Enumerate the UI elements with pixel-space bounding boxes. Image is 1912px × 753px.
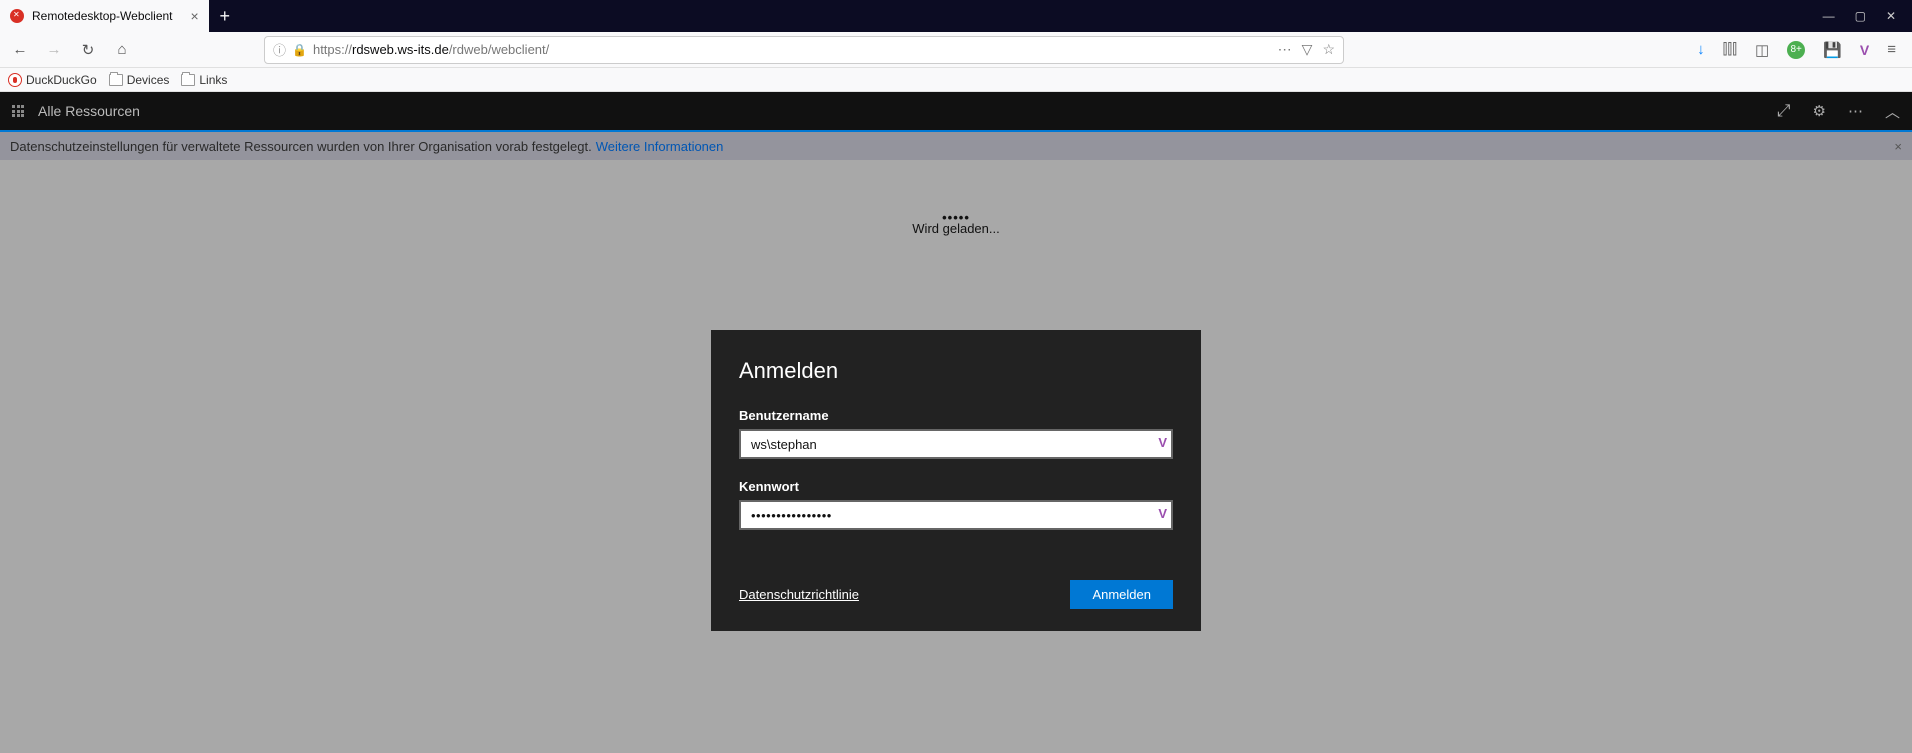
reader-icon[interactable]: ▽ xyxy=(1302,41,1313,58)
extension-badge[interactable]: 8+ xyxy=(1787,41,1805,59)
app-header: Alle Ressourcen ⚙ ⋯ ︿ xyxy=(0,92,1912,132)
login-dialog: Anmelden Benutzername V Kennwort V Daten… xyxy=(711,330,1201,631)
save-icon[interactable]: 💾 xyxy=(1823,41,1842,59)
toolbar-extensions: ↓ ⫿⫿⫿ ◫ 8+ 💾 V ≡ xyxy=(1697,41,1896,59)
banner-link[interactable]: Weitere Informationen xyxy=(596,139,724,154)
chevron-up-icon[interactable]: ︿ xyxy=(1885,101,1900,122)
maximize-icon[interactable]: ▢ xyxy=(1855,9,1866,23)
site-info-icon[interactable]: ⓘ xyxy=(273,40,286,59)
bookmark-duckduckgo[interactable]: DuckDuckGo xyxy=(8,73,97,87)
window-controls: — ▢ ✕ xyxy=(1807,9,1912,23)
password-label: Kennwort xyxy=(739,479,1173,494)
sidebar-icon[interactable]: ◫ xyxy=(1755,41,1769,59)
info-banner: Datenschutzeinstellungen für verwaltete … xyxy=(0,132,1912,160)
bookmark-links[interactable]: Links xyxy=(181,73,227,87)
tab-title: Remotedesktop-Webclient xyxy=(32,9,173,23)
page-actions-icon[interactable]: ⋯ xyxy=(1278,41,1292,58)
lock-icon[interactable]: 🔒 xyxy=(292,43,307,57)
privacy-link[interactable]: Datenschutzrichtlinie xyxy=(739,587,859,602)
banner-close-icon[interactable]: × xyxy=(1894,139,1902,154)
tab-close-icon[interactable]: × xyxy=(191,9,199,23)
folder-icon xyxy=(181,74,195,86)
v-extension-icon[interactable]: V xyxy=(1860,42,1869,58)
url-text: https://rdsweb.ws-its.de/rdweb/webclient… xyxy=(313,42,1272,57)
login-button[interactable]: Anmelden xyxy=(1070,580,1173,609)
bookmark-devices[interactable]: Devices xyxy=(109,73,170,87)
duckduckgo-icon xyxy=(8,73,22,87)
back-button[interactable]: ← xyxy=(8,38,32,62)
loading-indicator: ••••• Wird geladen... xyxy=(0,215,1912,236)
more-icon[interactable]: ⋯ xyxy=(1848,102,1863,120)
close-window-icon[interactable]: ✕ xyxy=(1886,9,1896,23)
login-title: Anmelden xyxy=(739,358,1173,384)
minimize-icon[interactable]: — xyxy=(1823,9,1835,23)
password-input[interactable] xyxy=(739,500,1173,530)
v-autofill-icon[interactable]: V xyxy=(1158,435,1167,450)
home-button[interactable]: ⌂ xyxy=(110,38,134,62)
menu-icon[interactable]: ≡ xyxy=(1887,41,1896,58)
browser-toolbar: ← → ↻ ⌂ ⓘ 🔒 https://rdsweb.ws-its.de/rdw… xyxy=(0,32,1912,68)
banner-text: Datenschutzeinstellungen für verwaltete … xyxy=(10,139,592,154)
fullscreen-icon[interactable] xyxy=(1777,101,1791,121)
bookmark-star-icon[interactable]: ☆ xyxy=(1322,41,1335,58)
bookmarks-bar: DuckDuckGo Devices Links xyxy=(0,68,1912,92)
new-tab-button[interactable]: + xyxy=(209,6,241,27)
settings-gear-icon[interactable]: ⚙ xyxy=(1813,102,1826,120)
page-title: Alle Ressourcen xyxy=(38,103,140,119)
username-label: Benutzername xyxy=(739,408,1173,423)
v-autofill-icon[interactable]: V xyxy=(1158,506,1167,521)
downloads-icon[interactable]: ↓ xyxy=(1697,41,1705,58)
loading-text: Wird geladen... xyxy=(912,221,999,236)
forward-button[interactable]: → xyxy=(42,38,66,62)
address-bar[interactable]: ⓘ 🔒 https://rdsweb.ws-its.de/rdweb/webcl… xyxy=(264,36,1344,64)
library-icon[interactable]: ⫿⫿⫿ xyxy=(1723,41,1737,58)
page-body: ••••• Wird geladen... Anmelden Benutzern… xyxy=(0,160,1912,753)
browser-tab[interactable]: Remotedesktop-Webclient × xyxy=(0,0,209,32)
browser-titlebar: Remotedesktop-Webclient × + — ▢ ✕ xyxy=(0,0,1912,32)
folder-icon xyxy=(109,74,123,86)
reload-button[interactable]: ↻ xyxy=(76,38,100,62)
username-input[interactable] xyxy=(739,429,1173,459)
tab-favicon xyxy=(10,9,24,23)
apps-grid-icon[interactable] xyxy=(12,105,24,117)
